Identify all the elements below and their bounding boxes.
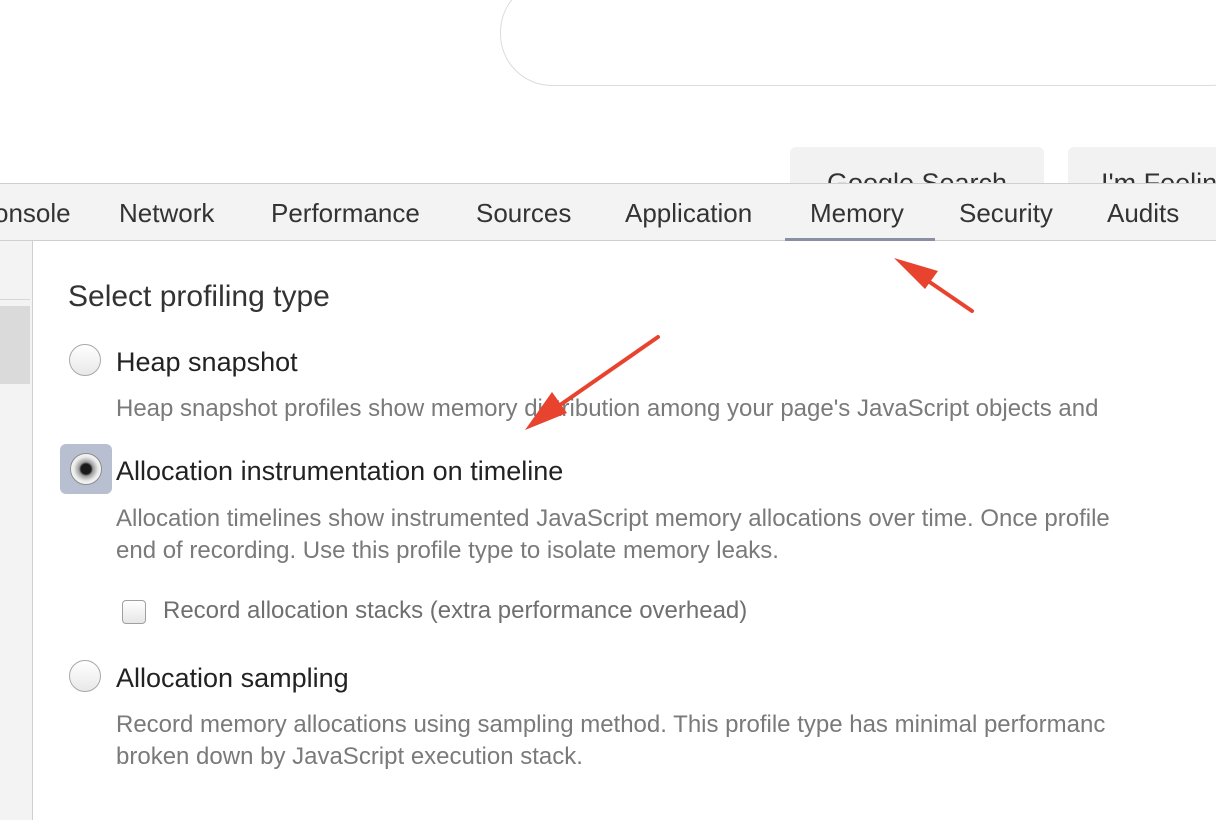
tab-console[interactable]: onsole	[0, 184, 71, 241]
allocation-sampling-radio[interactable]	[69, 660, 101, 692]
allocation-sampling-description-line1: Record memory allocations using sampling…	[116, 711, 1106, 738]
active-tab-indicator	[785, 238, 935, 241]
panel-title: Select profiling type	[68, 280, 330, 313]
tab-application[interactable]: Application	[625, 184, 752, 241]
tab-audits[interactable]: Audits	[1107, 184, 1179, 241]
tab-memory[interactable]: Memory	[810, 184, 904, 241]
allocation-timeline-label[interactable]: Allocation instrumentation on timeline	[116, 456, 563, 487]
allocation-sampling-label[interactable]: Allocation sampling	[116, 663, 349, 694]
google-search-box[interactable]	[500, 0, 1216, 86]
allocation-timeline-description-line2: end of recording. Use this profile type …	[116, 537, 779, 564]
allocation-sampling-description-line2: broken down by JavaScript execution stac…	[116, 743, 583, 770]
allocation-timeline-description-line1: Allocation timelines show instrumented J…	[116, 505, 1110, 532]
tab-performance[interactable]: Performance	[271, 184, 420, 241]
record-stacks-checkbox[interactable]	[122, 600, 146, 624]
arrow-to-memory-tab	[894, 258, 974, 313]
allocation-timeline-radio[interactable]	[70, 453, 102, 485]
sidebar-divider	[0, 299, 30, 300]
heap-snapshot-radio[interactable]	[69, 344, 101, 376]
tab-sources[interactable]: Sources	[476, 184, 571, 241]
sidebar-selected-item[interactable]	[0, 306, 30, 384]
tab-network[interactable]: Network	[119, 184, 214, 241]
heap-snapshot-description: Heap snapshot profiles show memory distr…	[116, 395, 1099, 422]
tab-security[interactable]: Security	[959, 184, 1053, 241]
heap-snapshot-label[interactable]: Heap snapshot	[116, 347, 298, 378]
record-stacks-label[interactable]: Record allocation stacks (extra performa…	[163, 597, 747, 625]
